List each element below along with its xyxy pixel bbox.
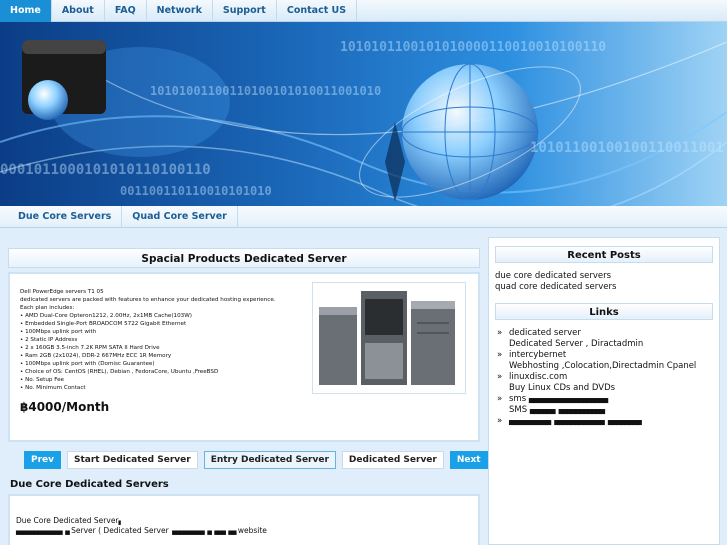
desc-line: • 2 x 160GB 3.5-inch 7.2K RPM SATA II Ha… [20, 345, 160, 351]
binary-text-1: 1010101100101010000110010010100110 [340, 40, 607, 55]
next-button[interactable]: Next [449, 451, 488, 469]
redacted-glyphs: ▄▄▄▄▄▄▄▄▄ ▄ ▄▄▄ ▄▄ [168, 526, 236, 535]
desc-line: • 2 Static IP Address [20, 337, 78, 343]
binary-text-2: 10101001100110100101010011001010 [150, 84, 382, 98]
desc-line: Each plan includes: [20, 305, 75, 311]
product-description: Dell PowerEdge servers T1 05 dedicated s… [20, 288, 310, 392]
link-item[interactable]: dedicated server Dedicated Server , Dira… [495, 328, 713, 350]
second-line-1: Due Core Dedicated Server [16, 516, 119, 525]
nav-home[interactable]: Home [0, 0, 52, 22]
desc-line: • No. Minimum Contact [20, 385, 86, 391]
server-image [312, 282, 466, 394]
recent-posts-list: due core dedicated servers quad core ded… [495, 271, 713, 293]
desc-line: • 100Mbps uplink port with [20, 329, 97, 335]
section-title: Due Core Dedicated Servers [10, 479, 169, 490]
redacted-glyphs: ▄▄▄▄▄▄ ▄▄▄▄▄▄▄▄▄▄▄ [529, 405, 605, 415]
recent-post-link[interactable]: quad core dedicated servers [495, 282, 713, 293]
subnav-quad-core[interactable]: Quad Core Server [122, 206, 238, 228]
subnav-due-core[interactable]: Due Core Servers [8, 206, 123, 228]
redacted-glyphs: ▄▄▄▄▄▄▄▄▄▄▄▄▄▄▄▄▄▄▄ [528, 394, 608, 404]
nav-network[interactable]: Network [147, 0, 213, 22]
redacted-glyphs: ▖ [118, 516, 123, 525]
binary-text-4: 0001011000101010110100110 [0, 162, 211, 178]
link-item[interactable]: intercybernet Webhosting ,Colocation,Dir… [495, 350, 713, 372]
desc-line: • No. Setup Fee [20, 377, 64, 383]
sidebar: Recent Posts due core dedicated servers … [488, 237, 720, 545]
link-item[interactable]: linuxdisc.com Buy Linux CDs and DVDs [495, 372, 713, 394]
desc-line: Dell PowerEdge servers T1 05 [20, 289, 104, 295]
link-desc: Buy Linux CDs and DVDs [509, 383, 616, 393]
recent-posts-title: Recent Posts [495, 246, 713, 263]
desc-line: • 100Mbps uplink port with (Domisc Guara… [20, 361, 155, 367]
link-label[interactable]: linuxdisc.com [509, 372, 567, 382]
link-item[interactable]: sms ▄▄▄▄▄▄▄▄▄▄▄▄▄▄▄▄▄▄▄ SMS ▄▄▄▄▄▄ ▄▄▄▄▄… [495, 394, 713, 416]
link-label[interactable]: dedicated server [509, 328, 581, 338]
second-panel: Due Core Dedicated Server▖ ▄▄▄▄▄▄▄▄▄▄▄▄▄… [8, 494, 480, 545]
redacted-glyphs: ▄▄▄▄▄▄▄▄▄▄ ▄▄▄▄▄▄▄▄▄▄▄▄ ▄▄▄▄▄▄▄▄ [509, 416, 642, 426]
link-desc: Dedicated Server , Diractadmin [509, 339, 644, 349]
nav-faq[interactable]: FAQ [105, 0, 147, 22]
binary-text-5: 001100110110010101010 [120, 184, 272, 198]
recent-post-link[interactable]: due core dedicated servers [495, 271, 713, 282]
link-desc: SMS [509, 405, 528, 415]
desc-line: • Choice of OS: CentOS (RHEL), Debian , … [20, 369, 219, 375]
desc-line: • Embedded Single-Port BROADCOM 5722 Gig… [20, 321, 187, 327]
second-line-2a: Server ( Dedicated Server [71, 526, 169, 535]
product-price: ฿4000/Month [20, 400, 110, 414]
product-panel: Dell PowerEdge servers T1 05 dedicated s… [8, 272, 480, 442]
desc-line: dedicated servers are packed with featur… [20, 297, 276, 303]
second-line-2b: website [237, 526, 267, 535]
binary-text-3: 10101100100100110011001 [530, 140, 724, 156]
desc-line: • Ram 2GB (2x1024), DDR-2 667MHz ECC 1R … [20, 353, 172, 359]
link-desc: Webhosting ,Colocation,Directadmin Cpane… [509, 361, 697, 371]
nav-support[interactable]: Support [213, 0, 277, 22]
sub-nav: Due Core Servers Quad Core Server [0, 206, 727, 228]
links-list: dedicated server Dedicated Server , Dira… [495, 328, 713, 427]
link-item[interactable]: ▄▄▄▄▄▄▄▄▄▄ ▄▄▄▄▄▄▄▄▄▄▄▄ ▄▄▄▄▄▄▄▄ [495, 416, 713, 427]
link-label[interactable]: sms [509, 394, 526, 404]
second-text: Due Core Dedicated Server▖ ▄▄▄▄▄▄▄▄▄▄▄▄▄… [16, 516, 267, 536]
header-banner: 1010101100101010000110010010100110 10101… [0, 22, 727, 206]
dedicated-server-button[interactable]: Dedicated Server [341, 451, 444, 469]
prev-button[interactable]: Prev [24, 451, 62, 469]
top-nav: Home About FAQ Network Support Contact U… [0, 0, 727, 22]
nav-contact[interactable]: Contact US [277, 0, 358, 22]
product-title: Spacial Products Dedicated Server [8, 248, 480, 268]
entry-dedicated-button[interactable]: Entry Dedicated Server [203, 451, 336, 469]
links-title: Links [495, 303, 713, 320]
nav-about[interactable]: About [52, 0, 105, 22]
start-dedicated-button[interactable]: Start Dedicated Server [67, 451, 198, 469]
desc-line: • AMD Dual-Core Opteron1212, 2.00Hz, 2x1… [20, 313, 192, 319]
link-label[interactable]: intercybernet [509, 350, 566, 360]
redacted-glyphs: ▄▄▄▄▄▄▄▄▄▄▄▄▄ ▄ [16, 526, 70, 535]
pager: Prev Start Dedicated Server Entry Dedica… [24, 451, 488, 469]
main-content: Spacial Products Dedicated Server Dell P… [8, 248, 480, 442]
